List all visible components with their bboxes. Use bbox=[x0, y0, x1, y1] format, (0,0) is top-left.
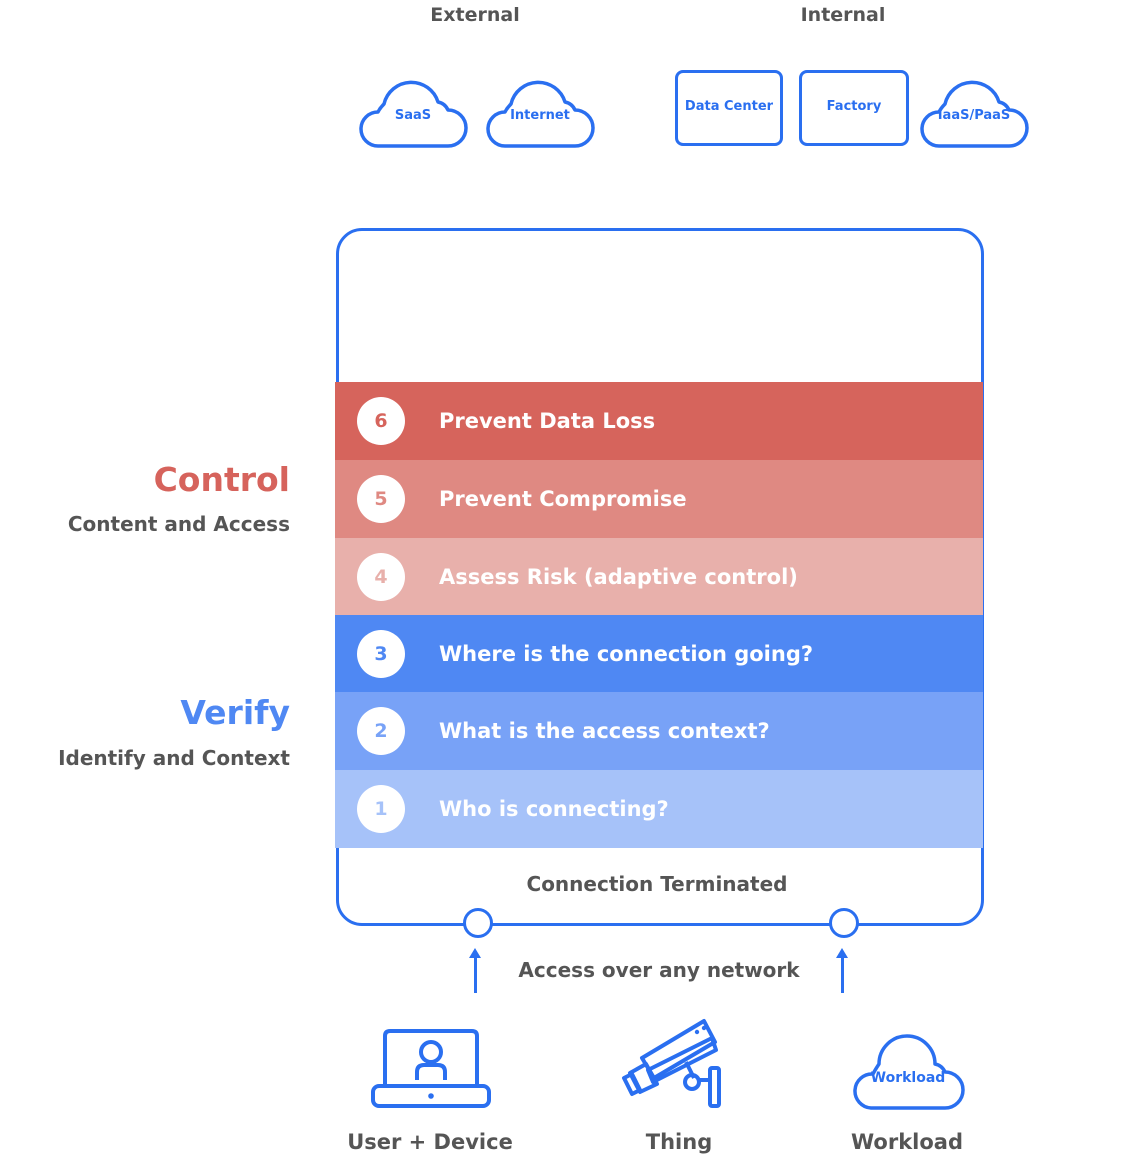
verify-title: Verify bbox=[180, 693, 290, 732]
destination-label: IaaS/PaaS bbox=[937, 108, 1011, 123]
destination-label: SaaS bbox=[394, 108, 432, 123]
step-label: Assess Risk (adaptive control) bbox=[439, 565, 798, 589]
control-title: Control bbox=[153, 460, 290, 499]
step-band-6: 6 Prevent Data Loss bbox=[335, 382, 983, 460]
source-label: Thing bbox=[645, 1130, 713, 1154]
step-band-2: 2 What is the access context? bbox=[335, 692, 983, 770]
step-label: Prevent Data Loss bbox=[439, 409, 656, 433]
destination-label: Internet bbox=[510, 108, 570, 123]
destination-label: Factory bbox=[826, 99, 882, 114]
step-label: Who is connecting? bbox=[439, 797, 669, 821]
verify-subtitle: Identify and Context bbox=[58, 746, 290, 770]
step-band-1: 1 Who is connecting? bbox=[335, 770, 983, 848]
step-band-3: 3 Where is the connection going? bbox=[335, 615, 983, 693]
internal-group-label: Internal bbox=[800, 4, 886, 26]
source-workload: Workload bbox=[851, 1028, 965, 1110]
step-label: Where is the connection going? bbox=[439, 642, 814, 666]
destination-internet: Internet bbox=[485, 68, 595, 148]
step-number-badge: 5 bbox=[357, 475, 405, 523]
step-number-badge: 4 bbox=[357, 553, 405, 601]
security-camera-icon bbox=[622, 1019, 721, 1108]
connection-port-right bbox=[829, 908, 859, 938]
source-label: Workload bbox=[851, 1130, 963, 1154]
destination-saas: SaaS bbox=[358, 68, 468, 148]
access-network-label: Access over any network bbox=[518, 958, 800, 982]
laptop-user-icon bbox=[371, 1029, 491, 1108]
cloud-icon bbox=[853, 1034, 965, 1110]
destination-iaas-paas: IaaS/PaaS bbox=[919, 68, 1029, 148]
step-band-5: 5 Prevent Compromise bbox=[335, 460, 983, 538]
step-number-badge: 3 bbox=[357, 630, 405, 678]
destination-data-center: Data Center bbox=[675, 70, 783, 146]
connection-port-left bbox=[463, 908, 493, 938]
control-subtitle: Content and Access bbox=[67, 512, 290, 536]
destination-label: Data Center bbox=[684, 99, 774, 114]
destination-factory: Factory bbox=[799, 70, 909, 146]
step-number-badge: 6 bbox=[357, 397, 405, 445]
workload-inner-label: Workload bbox=[870, 1070, 946, 1086]
step-label: What is the access context? bbox=[439, 719, 770, 743]
source-label: User + Device bbox=[347, 1130, 513, 1154]
external-group-label: External bbox=[430, 4, 520, 26]
step-label: Prevent Compromise bbox=[439, 487, 687, 511]
step-band-4: 4 Assess Risk (adaptive control) bbox=[335, 538, 983, 616]
step-number-badge: 1 bbox=[357, 785, 405, 833]
source-thing bbox=[620, 1018, 726, 1112]
source-user-device bbox=[370, 1028, 492, 1110]
step-number-badge: 2 bbox=[357, 707, 405, 755]
connection-terminated-label: Connection Terminated bbox=[526, 872, 788, 896]
